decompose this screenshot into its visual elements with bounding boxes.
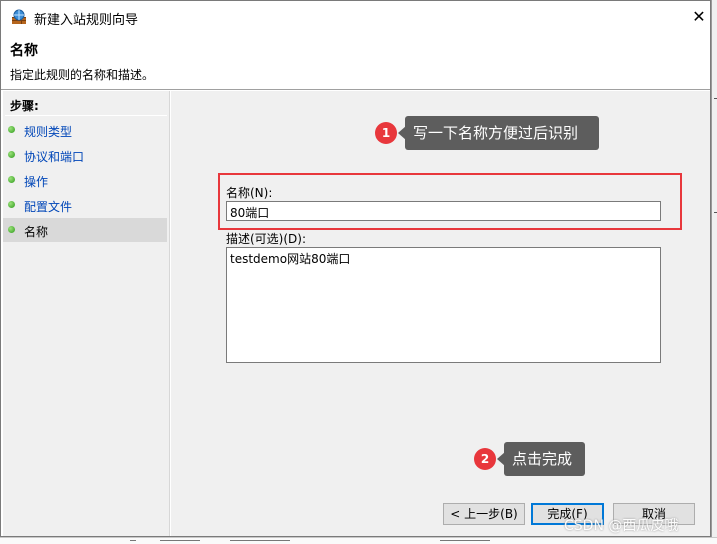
- firewall-icon: [12, 9, 26, 24]
- steps-heading: 步骤:: [10, 99, 39, 113]
- page-subtitle: 指定此规则的名称和描述。: [10, 68, 155, 82]
- step-label: 名称: [24, 225, 49, 239]
- step-rule-type[interactable]: 规则类型: [3, 118, 167, 142]
- steps-divider: [5, 115, 167, 116]
- step-bullet-icon: [8, 226, 15, 233]
- step-bullet-icon: [8, 201, 15, 208]
- annotation-badge-2: 2: [474, 448, 496, 470]
- name-highlight-box: [218, 173, 682, 230]
- step-label: 配置文件: [24, 200, 73, 214]
- annotation-callout-1: 写一下名称方便过后识别: [405, 116, 599, 150]
- steps-panel: 步骤: 规则类型 协议和端口 操作 配置文件 名称: [3, 91, 169, 536]
- step-protocol-port[interactable]: 协议和端口: [3, 143, 167, 167]
- step-name: 名称: [3, 218, 167, 242]
- step-bullet-icon: [8, 176, 15, 183]
- step-label: 操作: [24, 175, 49, 189]
- window-title: 新建入站规则向导: [34, 13, 139, 28]
- page-title: 名称: [10, 43, 38, 59]
- step-profile[interactable]: 配置文件: [3, 193, 167, 217]
- watermark: CSDN @西瓜皮哦: [564, 518, 679, 534]
- step-action[interactable]: 操作: [3, 168, 167, 192]
- step-bullet-icon: [8, 151, 15, 158]
- annotation-badge-1: 1: [375, 122, 397, 144]
- description-textarea[interactable]: testdemo网站80端口: [226, 247, 661, 363]
- annotation-callout-2: 点击完成: [504, 442, 585, 476]
- background-window-edge: [711, 0, 717, 543]
- back-button[interactable]: < 上一步(B): [443, 503, 525, 525]
- description-label: 描述(可选)(D):: [226, 232, 307, 246]
- step-label: 协议和端口: [24, 150, 85, 164]
- step-bullet-icon: [8, 126, 15, 133]
- page-header: 名称 指定此规则的名称和描述。: [1, 33, 710, 89]
- step-label: 规则类型: [24, 125, 73, 139]
- title-bar: 新建入站规则向导 ✕: [1, 1, 710, 33]
- close-button[interactable]: ✕: [689, 7, 709, 27]
- wizard-dialog: 新建入站规则向导 ✕ 名称 指定此规则的名称和描述。 步骤: 规则类型 协议和端…: [0, 0, 711, 537]
